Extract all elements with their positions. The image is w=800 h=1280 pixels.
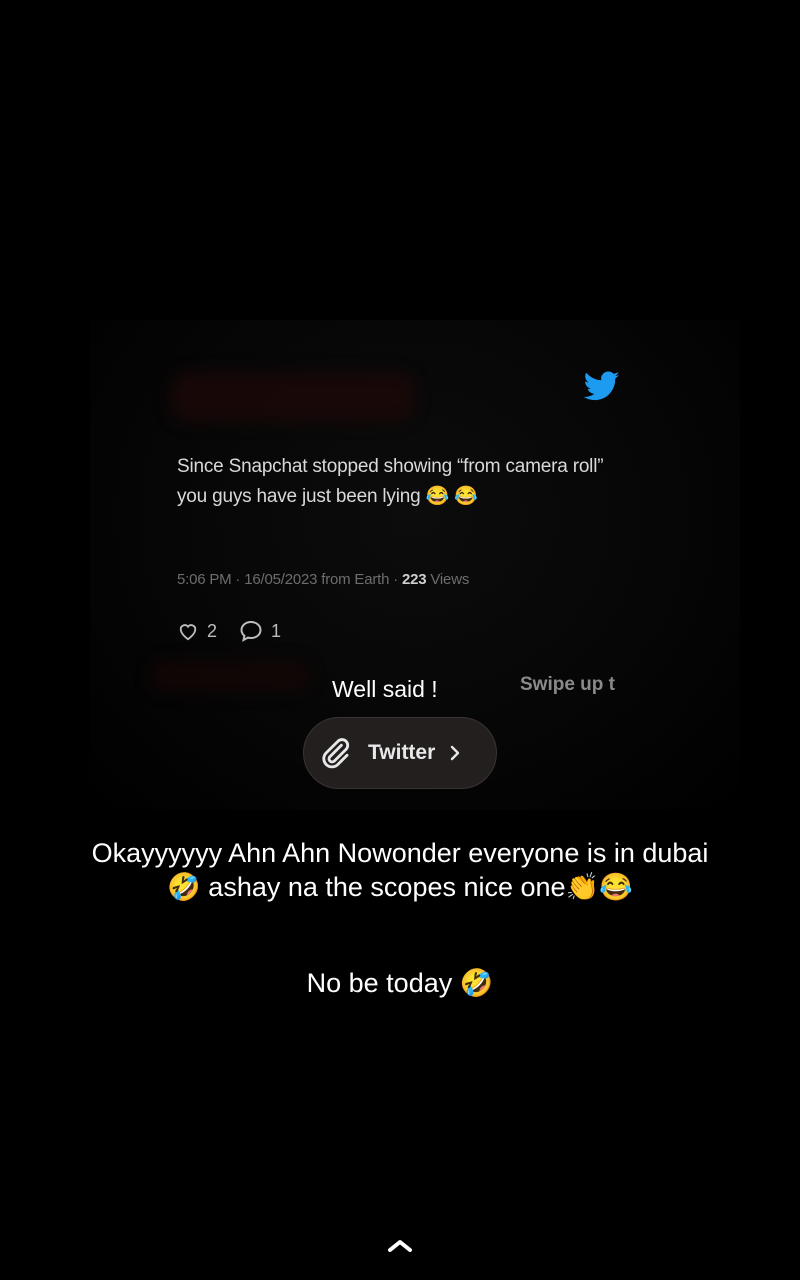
caption-main: Okayyyyyy Ahn Ahn Nowonder everyone is i…: [91, 838, 709, 902]
chevron-up-icon[interactable]: [384, 1236, 416, 1256]
tweet-timestamp: 5:06 PM · 16/05/2023 from Earth ·: [177, 571, 402, 588]
reply-text: Well said !: [332, 676, 438, 702]
redacted-area: [150, 660, 310, 692]
likes-count: 2: [207, 620, 218, 641]
paperclip-icon: [322, 738, 350, 769]
story-viewer: Since Snapchat stopped showing “from cam…: [0, 0, 800, 1280]
views-label: Views: [426, 571, 470, 588]
swipe-up-hint: Swipe up t: [520, 674, 615, 695]
tweet-actions: 2 1: [177, 620, 295, 642]
replies-count: 1: [271, 620, 282, 641]
twitter-link-button[interactable]: Twitter: [303, 717, 497, 789]
heart-icon: [179, 624, 197, 641]
chevron-right-icon: [451, 745, 460, 761]
redacted-username: [170, 372, 415, 422]
comment-icon: [240, 620, 262, 642]
tweet-text: Since Snapchat stopped showing “from cam…: [177, 456, 604, 507]
link-label: Twitter: [368, 741, 436, 764]
twitter-bird-icon: [583, 371, 620, 401]
views-count: 223: [401, 571, 427, 588]
tweet-meta: 5:06 PM · 16/05/2023 from Earth · 223 Vi…: [177, 571, 469, 588]
caption-secondary: No be today 🤣: [306, 968, 494, 998]
